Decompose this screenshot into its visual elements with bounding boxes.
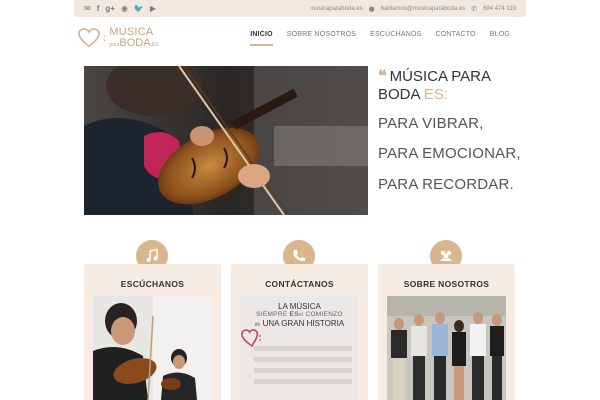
form-lines	[241, 329, 352, 384]
card-image-contactanos: LA MÚSICA SIEMPRE ESel COMIENZO de UNA G…	[240, 296, 359, 400]
google-plus-icon[interactable]: g+	[105, 4, 115, 13]
social-links: ✉ f g+ ◉ 🐦 ▶	[84, 4, 156, 13]
card-title-escuchanos: ESCÚCHANOS	[120, 279, 185, 289]
page-margin-right	[526, 0, 600, 400]
team-photo	[387, 296, 506, 400]
page: ✉ f g+ ◉ 🐦 ▶ musicaparaboda.es ● hablamo…	[74, 0, 526, 400]
logo-suffix: .ES	[150, 42, 159, 48]
card-contactanos[interactable]: CONTÁCTANOS LA MÚSICA SIEMPRE ESel COMIE…	[231, 264, 368, 400]
main-nav: INICIO SOBRE NOSOTROS ESCÚCHANOS CONTACT…	[250, 31, 510, 46]
twitter-icon[interactable]: 🐦	[134, 4, 144, 13]
card-title-contactanos: CONTÁCTANOS	[265, 279, 334, 289]
nav-item-blog[interactable]: BLOG	[490, 31, 510, 46]
page-margin-left	[0, 0, 74, 400]
card-image-escuchanos	[93, 296, 212, 400]
quote-icon: ❝	[378, 66, 387, 85]
top-contact: musicaparaboda.es ● hablamos@musicaparab…	[310, 5, 516, 13]
hero-phrase-3: PARA RECORDAR.	[378, 175, 514, 193]
nav-item-inicio[interactable]: INICIO	[250, 31, 273, 46]
facebook-icon[interactable]: f	[97, 4, 100, 13]
phone-glyph	[293, 250, 305, 262]
violinist-photo	[84, 66, 368, 215]
hero-phrase-2: PARA EMOCIONAR,	[378, 145, 521, 163]
phone-small-icon: ✆	[471, 4, 478, 13]
rss-icon[interactable]: ◉	[121, 4, 128, 13]
group-glyph	[440, 250, 452, 261]
site-link[interactable]: musicaparaboda.es	[310, 6, 362, 12]
logo-colon: :	[103, 32, 107, 44]
youtube-icon[interactable]: ▶	[150, 4, 156, 13]
musicians-photo	[93, 296, 212, 400]
phone-number[interactable]: 694 474 119	[483, 6, 516, 12]
nav-item-escuchanos[interactable]: ESCÚCHANOS	[370, 31, 421, 46]
card-sobre-nosotros[interactable]: SOBRE NOSOTROS	[378, 264, 515, 400]
hero-title-accent: ES:	[423, 86, 449, 103]
email-icon[interactable]: ✉	[84, 4, 91, 13]
hero-title-part1: MÚSICA PARA	[389, 68, 492, 85]
top-bar: ✉ f g+ ◉ 🐦 ▶ musicaparaboda.es ● hablamo…	[74, 0, 526, 17]
hero-image	[84, 66, 368, 215]
logo-small-para: para	[109, 42, 120, 48]
card-title-sobre-nosotros: SOBRE NOSOTROS	[403, 279, 490, 289]
site-header: : MÚSICA paraBODA.ES INICIO SOBRE NOSOTR…	[74, 17, 526, 61]
chat-icon: ●	[368, 4, 375, 13]
site-logo[interactable]: : MÚSICA paraBODA.ES	[78, 27, 159, 49]
music-note-glyph	[146, 248, 158, 262]
nav-item-sobre-nosotros[interactable]: SOBRE NOSOTROS	[287, 31, 356, 46]
card-escuchanos[interactable]: ESCÚCHANOS	[84, 264, 221, 400]
nav-item-contacto[interactable]: CONTACTO	[436, 31, 476, 46]
hero-phrase-1: PARA VIBRAR,	[378, 115, 484, 132]
hero-title-line-1: ❝ MÚSICA PARA	[378, 66, 523, 86]
hero-title-line-2: BODA ES:	[378, 86, 523, 104]
logo-line-2: paraBODA.ES	[109, 38, 158, 49]
heart-logo-icon	[78, 28, 100, 48]
hero-text: ❝ MÚSICA PARA BODA ES: PARA VIBRAR, PARA…	[378, 66, 523, 195]
card-image-sobre-nosotros	[387, 296, 506, 400]
hero-title-part2: BODA	[378, 86, 420, 103]
email-link[interactable]: hablamos@musicaparaboda.es	[381, 6, 465, 12]
logo-boda: BODA	[119, 37, 151, 49]
